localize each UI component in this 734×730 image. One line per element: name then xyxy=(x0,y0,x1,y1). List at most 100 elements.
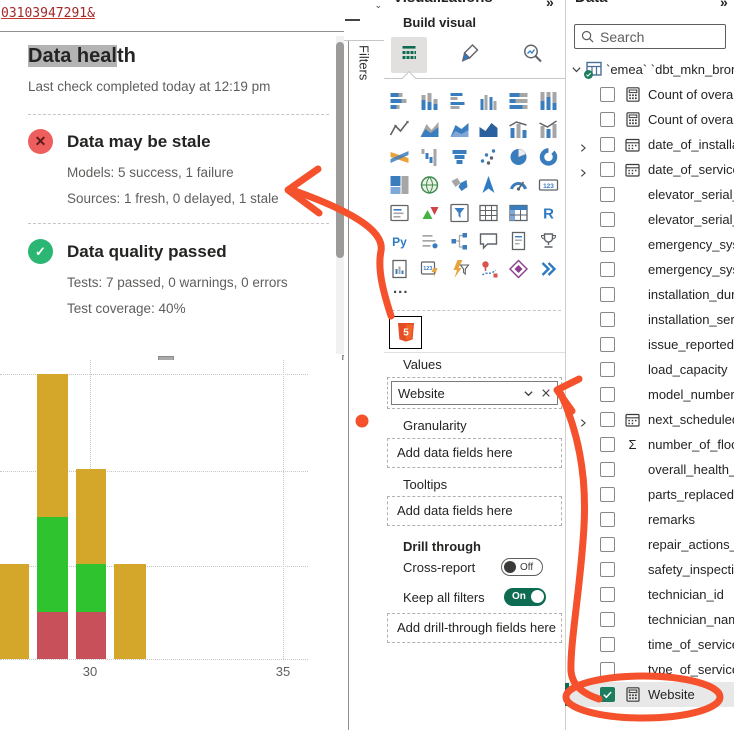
tab-build-visual[interactable] xyxy=(391,37,427,73)
card-icon[interactable]: 123 xyxy=(533,171,563,199)
search-input[interactable]: Search xyxy=(574,24,726,49)
field-checkbox[interactable] xyxy=(600,637,615,652)
field-row-safety-inspectio[interactable]: safety_inspectio... xyxy=(567,557,734,582)
metrics-icon[interactable] xyxy=(533,227,563,255)
field-checkbox[interactable] xyxy=(600,587,615,602)
100-stacked-area-chart-icon[interactable] xyxy=(474,115,504,143)
field-checkbox[interactable] xyxy=(600,137,615,152)
bar-3-segment-red[interactable] xyxy=(76,612,106,660)
field-checkbox[interactable] xyxy=(600,612,615,627)
custom-visual-diamond-icon[interactable] xyxy=(504,255,534,283)
field-checkbox[interactable] xyxy=(600,362,615,377)
chevron-down-icon[interactable]: ⌄ xyxy=(374,0,382,11)
decomposition-tree-icon[interactable] xyxy=(444,227,474,255)
bar-2-segment-red[interactable] xyxy=(37,612,68,660)
python-visual-icon[interactable]: Py xyxy=(385,227,415,255)
field-checkbox[interactable] xyxy=(600,512,615,527)
field-row-overall-health-c[interactable]: overall_health_c... xyxy=(567,457,734,482)
tab-analytics[interactable] xyxy=(514,37,550,73)
tab-format-visual[interactable] xyxy=(452,37,488,73)
field-row-repair-actions-t[interactable]: repair_actions_t... xyxy=(567,532,734,557)
stacked-area-chart-icon[interactable] xyxy=(444,115,474,143)
keep-all-filters-toggle[interactable]: On xyxy=(504,588,546,606)
field-checkbox[interactable] xyxy=(600,412,615,427)
remove-field-icon[interactable] xyxy=(541,388,551,398)
filled-map-icon[interactable] xyxy=(444,171,474,199)
field-checkbox[interactable] xyxy=(600,187,615,202)
field-checkbox[interactable] xyxy=(600,237,615,252)
scatter-chart-icon[interactable] xyxy=(474,143,504,171)
minimize-icon[interactable] xyxy=(345,19,360,21)
field-row-date-of-installa[interactable]: date_of_installa... xyxy=(567,132,734,157)
stacked-bar-chart-icon[interactable] xyxy=(385,87,415,115)
bar-4-segment-yellow[interactable] xyxy=(114,564,146,659)
field-row-type-of-service[interactable]: type_of_service xyxy=(567,657,734,682)
field-checkbox[interactable] xyxy=(600,262,615,277)
field-checkbox[interactable] xyxy=(600,337,615,352)
line-chart-icon[interactable] xyxy=(385,115,415,143)
field-checkbox[interactable] xyxy=(600,487,615,502)
field-row-technician-name[interactable]: technician_name xyxy=(567,607,734,632)
field-row-count-of-overal[interactable]: Count of overal... xyxy=(567,107,734,132)
key-influencers-icon[interactable] xyxy=(415,227,445,255)
field-checkbox[interactable] xyxy=(600,287,615,302)
treemap-icon[interactable] xyxy=(385,171,415,199)
arcgis-map-icon[interactable] xyxy=(474,255,504,283)
field-row-time-of-service[interactable]: time_of_service xyxy=(567,632,734,657)
field-checkbox[interactable] xyxy=(600,112,615,127)
filters-pane-collapsed[interactable]: ⌄ Filters xyxy=(344,0,385,730)
card-scrollbar-thumb[interactable] xyxy=(336,42,344,258)
field-checkbox[interactable] xyxy=(600,87,615,102)
map-icon[interactable] xyxy=(415,171,445,199)
100-stacked-bar-chart-icon[interactable] xyxy=(504,87,534,115)
stacked-column-chart-icon[interactable] xyxy=(415,87,445,115)
get-more-visuals-button[interactable]: ... xyxy=(393,280,409,297)
slicer-icon[interactable] xyxy=(444,199,474,227)
ribbon-chart-icon[interactable] xyxy=(385,143,415,171)
smart-narrative-icon[interactable] xyxy=(504,227,534,255)
html-custom-visual-icon[interactable]: 5 xyxy=(389,316,422,349)
field-row-count-of-overal[interactable]: Count of overal... xyxy=(567,82,734,107)
clustered-bar-chart-icon[interactable] xyxy=(444,87,474,115)
bar-2-segment-green[interactable] xyxy=(37,517,68,612)
gauge-icon[interactable] xyxy=(504,171,534,199)
table-node[interactable]: `emea` `dbt_mkn_bron... xyxy=(571,56,734,82)
100-stacked-column-chart-icon[interactable] xyxy=(533,87,563,115)
chevron-down-icon[interactable] xyxy=(523,388,534,399)
matrix-icon[interactable] xyxy=(504,199,534,227)
field-row-next-scheduled[interactable]: next_scheduled... xyxy=(567,407,734,432)
field-checkbox[interactable] xyxy=(600,562,615,577)
waterfall-chart-icon[interactable] xyxy=(415,143,445,171)
granularity-well[interactable]: Add data fields here xyxy=(387,438,562,468)
field-row-load-capacity[interactable]: load_capacity xyxy=(567,357,734,382)
field-row-number-of-floo[interactable]: Σnumber_of_floo... xyxy=(567,432,734,457)
table-icon[interactable] xyxy=(474,199,504,227)
field-row-model-number[interactable]: model_number xyxy=(567,382,734,407)
chevron-right-icon[interactable] xyxy=(578,415,588,425)
field-row-emergency-syst[interactable]: emergency_syst... xyxy=(567,232,734,257)
chevron-right-icon[interactable] xyxy=(578,165,588,175)
donut-chart-icon[interactable] xyxy=(533,143,563,171)
values-well[interactable]: Website xyxy=(387,377,562,409)
azure-map-icon[interactable] xyxy=(474,171,504,199)
field-row-emergency-syst[interactable]: emergency_syst... xyxy=(567,257,734,282)
drill-through-well[interactable]: Add drill-through fields here xyxy=(387,613,562,643)
field-checkbox[interactable] xyxy=(600,387,615,402)
bar-3-segment-yellow[interactable] xyxy=(76,469,106,564)
chevron-down-icon[interactable] xyxy=(571,64,582,75)
field-row-parts-replaced[interactable]: parts_replaced xyxy=(567,482,734,507)
field-checkbox[interactable] xyxy=(600,662,615,677)
values-field-website[interactable]: Website xyxy=(398,386,516,401)
field-checkbox[interactable] xyxy=(600,462,615,477)
funnel-chart-icon[interactable] xyxy=(444,143,474,171)
line-and-clustered-column-chart-icon[interactable] xyxy=(533,115,563,143)
collapse-pane-icon[interactable]: » xyxy=(546,0,554,10)
power-apps-icon[interactable]: 123 xyxy=(415,255,445,283)
r-script-visual-icon[interactable]: R xyxy=(533,199,563,227)
data-health-card[interactable]: Data health Last check completed today a… xyxy=(0,31,348,361)
paginated-report-icon[interactable] xyxy=(385,255,415,283)
field-row-elevator-serial[interactable]: elevator_serial_... xyxy=(567,207,734,232)
cross-report-toggle[interactable]: Off xyxy=(501,558,543,576)
bar-1-segment-yellow[interactable] xyxy=(0,564,29,659)
field-row-elevator-serial[interactable]: elevator_serial_... xyxy=(567,182,734,207)
